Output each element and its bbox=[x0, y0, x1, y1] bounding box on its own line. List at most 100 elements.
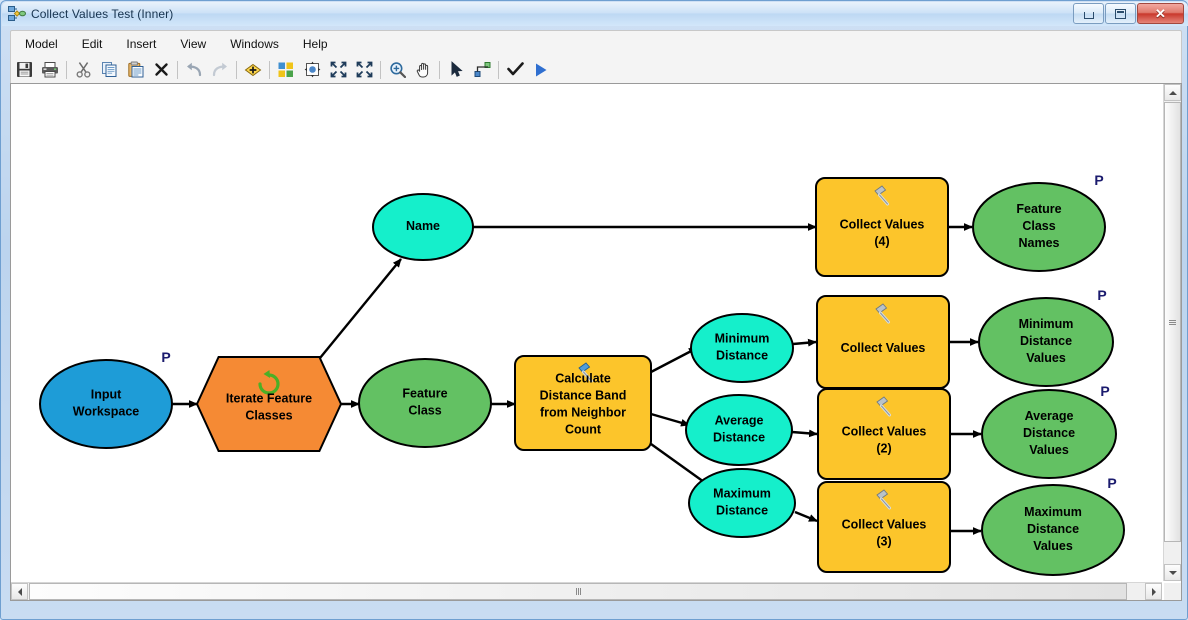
node-collect-values[interactable]: Collect Values bbox=[816, 295, 950, 389]
toolbar-separator bbox=[269, 60, 270, 79]
title-bar[interactable]: Collect Values Test (Inner) ✕ bbox=[2, 2, 1188, 26]
edge-iterate-to-name[interactable] bbox=[310, 258, 402, 370]
grip-icon bbox=[1169, 319, 1176, 326]
toolbar-zoom-in-corners-button[interactable] bbox=[351, 58, 377, 82]
auto-layout-icon bbox=[278, 62, 294, 78]
node-label: Minimum Distance Values bbox=[1019, 317, 1074, 365]
toolbar-paste-button[interactable] bbox=[122, 58, 148, 82]
horizontal-scrollbar[interactable] bbox=[11, 582, 1162, 600]
minimize-icon bbox=[1083, 12, 1094, 19]
add-data-diamond-icon bbox=[244, 61, 262, 78]
maximize-button[interactable] bbox=[1105, 3, 1136, 24]
toolbar-full-extent-button[interactable] bbox=[299, 58, 325, 82]
toolbar-separator bbox=[66, 60, 67, 79]
edge-max-to-collect3[interactable] bbox=[794, 510, 818, 523]
window-title: Collect Values Test (Inner) bbox=[31, 7, 174, 21]
parameter-p-label: P bbox=[161, 349, 170, 365]
node-iterate-feature-classes[interactable]: Iterate Feature Classes bbox=[195, 356, 343, 452]
node-input-workspace[interactable]: Input Workspace bbox=[39, 359, 173, 449]
edge-min-to-collect[interactable] bbox=[792, 338, 817, 347]
node-feature-class[interactable]: Feature Class bbox=[358, 358, 492, 448]
menu-help[interactable]: Help bbox=[293, 34, 338, 54]
parameter-p-label: P bbox=[1100, 383, 1109, 399]
vertical-scroll-thumb[interactable] bbox=[1164, 102, 1181, 542]
zoom-out-corners-icon bbox=[330, 61, 347, 78]
toolbar-separator bbox=[498, 60, 499, 79]
edge-calc-to-min[interactable] bbox=[650, 346, 698, 374]
node-average-distance-values[interactable]: Average Distance Values bbox=[981, 389, 1117, 479]
node-collect-values-3[interactable]: Collect Values (3) bbox=[817, 481, 951, 573]
undo-icon bbox=[185, 62, 203, 78]
node-calculate-distance-band[interactable]: Calculate Distance Band from Neighbor Count bbox=[514, 355, 652, 451]
node-collect-values-4[interactable]: Collect Values (4) bbox=[815, 177, 949, 277]
save-icon bbox=[16, 61, 33, 78]
chevron-left-icon bbox=[17, 587, 22, 596]
pan-hand-icon bbox=[415, 61, 432, 78]
scroll-right-button[interactable] bbox=[1145, 583, 1162, 600]
menu-insert[interactable]: Insert bbox=[116, 34, 166, 54]
scrollbar-corner bbox=[1164, 583, 1181, 600]
vertical-scrollbar[interactable] bbox=[1163, 84, 1181, 581]
edge-calc-to-avg[interactable] bbox=[650, 412, 690, 427]
node-maximum-distance-values[interactable]: Maximum Distance Values bbox=[981, 484, 1125, 576]
node-label: Feature Class Names bbox=[1016, 202, 1061, 250]
node-feature-class-names[interactable]: Feature Class Names bbox=[972, 182, 1106, 272]
toolbar-save-button[interactable] bbox=[11, 58, 37, 82]
zoom-in-corners-icon bbox=[356, 61, 373, 78]
scroll-down-button[interactable] bbox=[1164, 564, 1181, 581]
toolbar-print-button[interactable] bbox=[37, 58, 63, 82]
model-builder-window: Collect Values Test (Inner) ✕ Model Edit I… bbox=[0, 0, 1188, 620]
toolbar-validate-check-button[interactable] bbox=[502, 58, 528, 82]
chevron-right-icon bbox=[1151, 587, 1156, 596]
menu-edit[interactable]: Edit bbox=[72, 34, 113, 54]
toolbar-connect-button[interactable] bbox=[469, 58, 495, 82]
menu-bar: Model Edit Insert View Windows Help bbox=[10, 30, 1182, 57]
menu-windows[interactable]: Windows bbox=[220, 34, 289, 54]
minimize-button[interactable] bbox=[1073, 3, 1104, 24]
maximize-icon bbox=[1115, 8, 1126, 19]
run-play-icon bbox=[534, 62, 548, 78]
toolbar-copy-button[interactable] bbox=[96, 58, 122, 82]
scroll-up-button[interactable] bbox=[1164, 84, 1181, 101]
toolbar-zoom-magnifier-button[interactable] bbox=[384, 58, 410, 82]
node-average-distance[interactable]: Average Distance bbox=[685, 394, 793, 466]
toolbar-select-arrow-button[interactable] bbox=[443, 58, 469, 82]
node-label: Collect Values bbox=[841, 341, 926, 355]
toolbar-undo-button[interactable] bbox=[181, 58, 207, 82]
node-minimum-distance-values[interactable]: Minimum Distance Values bbox=[978, 297, 1114, 387]
chevron-up-icon bbox=[1168, 90, 1177, 95]
edge-avg-to-collect2[interactable] bbox=[791, 429, 818, 438]
copy-icon bbox=[101, 61, 118, 78]
zoom-magnifier-icon bbox=[389, 61, 406, 78]
full-extent-icon bbox=[304, 61, 321, 78]
toolbar-run-play-button[interactable] bbox=[528, 58, 554, 82]
close-button[interactable]: ✕ bbox=[1137, 3, 1184, 24]
menu-view[interactable]: View bbox=[170, 34, 216, 54]
model-canvas[interactable]: Input Workspace Iterate Feature Classes Name… bbox=[11, 84, 1162, 581]
toolbar-auto-layout-button[interactable] bbox=[273, 58, 299, 82]
toolbar-separator bbox=[439, 60, 440, 79]
toolbar-delete-x-button[interactable] bbox=[148, 58, 174, 82]
toolbar-cut-button[interactable] bbox=[70, 58, 96, 82]
model-diagram[interactable]: Input WorkspaceIterate Feature Classes Name… bbox=[11, 84, 1162, 581]
tool-bar bbox=[10, 56, 1182, 84]
horizontal-scroll-thumb[interactable] bbox=[29, 583, 1127, 600]
toolbar-separator bbox=[236, 60, 237, 79]
select-arrow-icon bbox=[449, 61, 464, 78]
node-maximum-distance[interactable]: Maximum Distance bbox=[688, 468, 796, 538]
status-bar bbox=[10, 602, 1180, 616]
cut-icon bbox=[75, 61, 92, 78]
node-minimum-distance[interactable]: Minimum Distance bbox=[690, 313, 794, 383]
paste-icon bbox=[127, 61, 144, 78]
parameter-p-label: P bbox=[1097, 287, 1106, 303]
menu-model[interactable]: Model bbox=[15, 34, 68, 54]
scroll-left-button[interactable] bbox=[11, 583, 28, 600]
redo-icon bbox=[211, 62, 229, 78]
toolbar-zoom-out-corners-button[interactable] bbox=[325, 58, 351, 82]
node-name[interactable]: Name bbox=[372, 193, 474, 261]
node-collect-values-2[interactable]: Collect Values (2) bbox=[817, 388, 951, 480]
toolbar-pan-hand-button[interactable] bbox=[410, 58, 436, 82]
toolbar-add-data-diamond-button[interactable] bbox=[240, 58, 266, 82]
toolbar-redo-button[interactable] bbox=[207, 58, 233, 82]
toolbar-separator bbox=[380, 60, 381, 79]
